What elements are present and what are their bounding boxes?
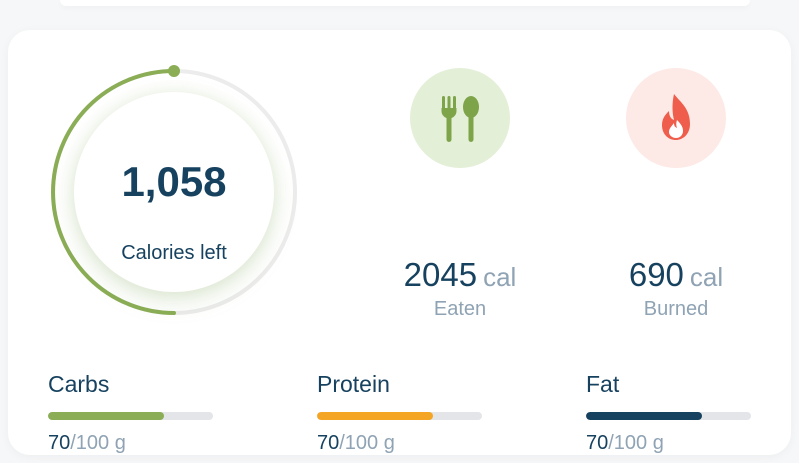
macro-current: 70 [48,432,71,454]
macro-current: 70 [586,432,609,454]
macro-current: 70 [317,432,340,454]
macro-carbs: Carbs 70/100 g [48,370,218,455]
macro-total: /100 g [339,432,395,454]
macro-total: /100 g [70,432,126,454]
calories-left-value: 1,058 [121,158,227,205]
eaten-value-line: 2045 cal [360,256,560,294]
eaten-unit: cal [483,262,517,292]
burned-unit: cal [689,262,724,292]
macro-amount: 70/100 g [48,432,218,455]
burned-value: 690 [628,256,684,293]
burned-label: Burned [643,298,709,320]
eaten-icon-circle [410,68,510,168]
macro-amount: 70/100 g [317,432,487,455]
macro-progress-fill [586,412,702,420]
macro-progress-track [317,412,482,420]
flame-icon [662,94,690,140]
macro-progress-fill [317,412,433,420]
macro-name: Fat [586,371,620,397]
fork-spoon-icon [441,96,479,142]
burned-icon-circle [626,68,726,168]
macro-progress-fill [48,412,164,420]
eaten-stat: 2045 cal Eaten [360,68,560,321]
calorie-ring: 1,058 Calories left [46,64,302,320]
ring-progress-knob [168,65,180,77]
previous-card-edge [60,0,750,6]
macro-progress-track [48,412,213,420]
eaten-value: 2045 [403,256,478,293]
macro-progress-track [586,412,751,420]
eaten-label: Eaten [433,298,487,320]
burned-value-line: 690 cal [576,256,776,294]
macro-fat: Fat 70/100 g [586,370,756,455]
macro-total: /100 g [608,432,664,454]
calorie-summary-card: 1,058 Calories left 2045 cal Eaten 690 c… [8,30,791,455]
calories-left-label: Calories left [121,242,227,264]
macro-amount: 70/100 g [586,432,756,455]
macro-name: Carbs [48,371,110,397]
macro-name: Protein [317,371,390,397]
macro-protein: Protein 70/100 g [317,370,487,455]
burned-stat: 690 cal Burned [576,68,776,321]
